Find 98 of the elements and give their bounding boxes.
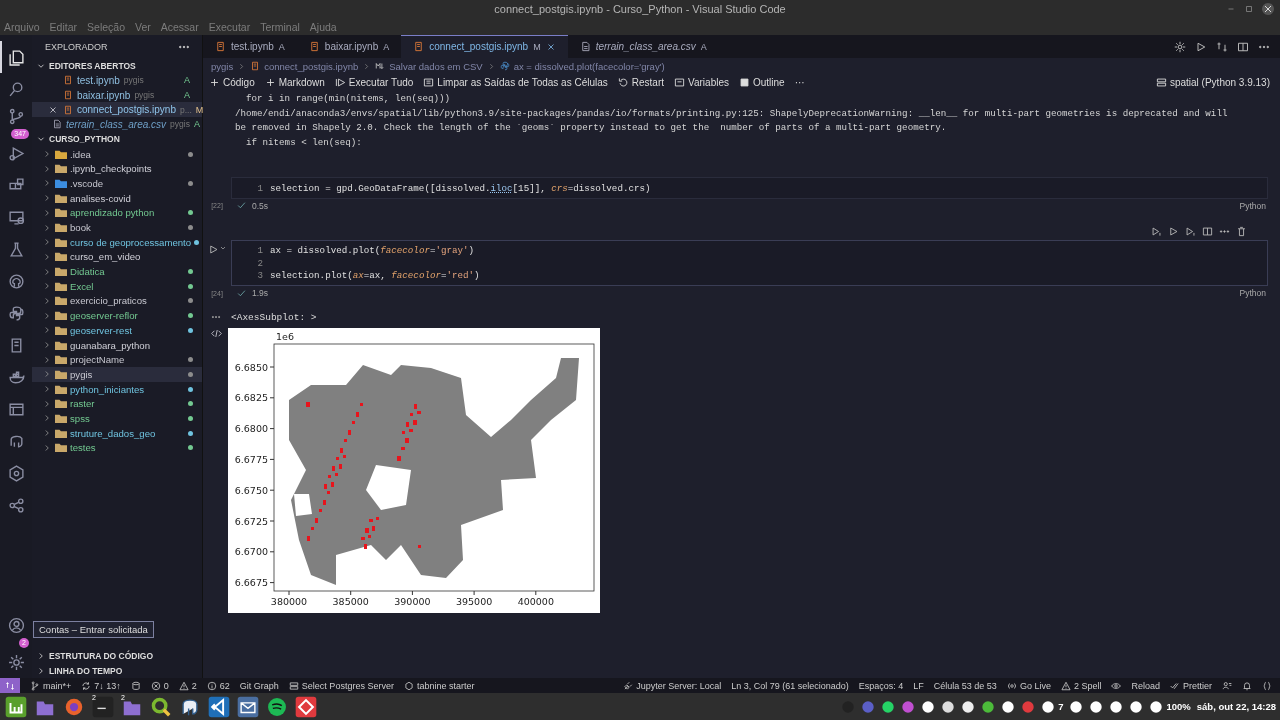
line-number: 3 bbox=[256, 270, 264, 282]
language-label[interactable]: Python bbox=[1239, 288, 1266, 298]
status-item[interactable]: main*+ bbox=[30, 680, 72, 691]
tick-label: 400000 bbox=[517, 596, 554, 607]
tick-label: 6.6725 bbox=[234, 515, 268, 527]
status-item[interactable]: Git Graph bbox=[239, 680, 279, 691]
status-item[interactable]: Go Live bbox=[1006, 680, 1051, 691]
folder-item[interactable]: guanabara_python bbox=[32, 337, 202, 353]
folder-item[interactable]: .idea bbox=[32, 146, 202, 162]
line-number: 1 bbox=[256, 245, 264, 257]
tick-label: 6.6800 bbox=[234, 423, 268, 435]
axis-offset-label: 1e6 bbox=[276, 331, 294, 342]
folder-item[interactable]: projectName bbox=[32, 352, 202, 368]
open-editor-item[interactable]: baixar.ipynb pygis A bbox=[32, 87, 202, 103]
open-editor-item[interactable]: test.ipynb pygis A bbox=[32, 73, 202, 88]
open-editor-item[interactable]: connect_postgis.ipynb p... M bbox=[32, 102, 202, 118]
tooltip: Contas – Entrar solicitada bbox=[33, 621, 154, 638]
toolbar-button[interactable]: Limpar as Saídas de Todas as Células bbox=[423, 76, 608, 88]
output-text: for i in range(min(nitems, len(seq))) bbox=[245, 92, 452, 106]
breadcrumb[interactable]: connect_postgis.ipynb bbox=[264, 60, 359, 72]
status-item[interactable]: Espaços: 4 bbox=[858, 680, 904, 691]
status-item[interactable]: Reload bbox=[1131, 680, 1160, 691]
tick-label: 6.6750 bbox=[234, 484, 268, 496]
tray-text: 7 bbox=[1058, 701, 1064, 712]
status-item[interactable]: Prettier bbox=[1170, 680, 1212, 691]
line-number: 1 bbox=[256, 182, 264, 194]
clock: sáb, out 22, 14:28 bbox=[1196, 701, 1276, 712]
folder-item[interactable]: .ipynb_checkpoints bbox=[32, 161, 202, 177]
folder-item[interactable]: raster bbox=[32, 396, 202, 412]
folder-item[interactable]: geoserver-reflor bbox=[32, 308, 202, 323]
folder-item[interactable]: python_iniciantes bbox=[32, 381, 202, 397]
execution-time: 0.5s bbox=[252, 200, 269, 211]
open-editor-item[interactable]: terrain_class_area.csv pygis A bbox=[32, 117, 202, 132]
toolbar-button[interactable]: Código bbox=[209, 76, 255, 88]
code-line: selection.plot(ax=ax, facecolor='red') bbox=[270, 270, 480, 282]
kernel-picker[interactable]: spatial (Python 3.9.13) bbox=[1155, 76, 1270, 88]
section-header[interactable]: LINHA DO TEMPO bbox=[49, 665, 123, 676]
toolbar-button[interactable]: Outline bbox=[739, 76, 785, 88]
status-item[interactable]: 62 bbox=[206, 680, 230, 691]
status-item[interactable]: Select Postgres Server bbox=[288, 680, 394, 691]
section-header[interactable]: EDITORES ABERTOS bbox=[49, 60, 136, 71]
status-item[interactable]: Jupyter Server: Local bbox=[623, 680, 722, 691]
tick-label: 395000 bbox=[455, 596, 493, 607]
line-number: 2 bbox=[256, 257, 264, 269]
code-line: ax = dissolved.plot(facecolor='gray') bbox=[270, 245, 475, 257]
status-item[interactable]: tabnine starter bbox=[403, 680, 475, 691]
tick-label: 6.6775 bbox=[234, 453, 268, 465]
status-item[interactable]: 7↓ 13↑ bbox=[81, 680, 121, 691]
code-editor[interactable]: 1 ax = dissolved.plot(facecolor='gray') 2 3 selection.plot(ax=ax, facecolor='red') bbox=[231, 239, 1268, 286]
folder-item[interactable]: exercicio_praticos bbox=[32, 293, 202, 309]
status-item[interactable]: 2 Spell bbox=[1060, 680, 1102, 691]
sidebar-title: EXPLORADOR bbox=[45, 41, 108, 52]
toolbar-button[interactable]: Restart bbox=[617, 76, 665, 88]
folder-item[interactable]: struture_dados_geo bbox=[32, 425, 202, 441]
breadcrumb[interactable]: pygis bbox=[211, 60, 234, 72]
tick-label: 6.6825 bbox=[234, 392, 268, 404]
tick-label: 380000 bbox=[270, 596, 308, 607]
toolbar-button[interactable]: Markdown bbox=[264, 76, 325, 88]
tray-text: 100% bbox=[1166, 701, 1191, 712]
toolbar-button[interactable]: Executar Tudo bbox=[334, 76, 414, 88]
editor-tab[interactable]: connect_postgis.ipynb M bbox=[401, 35, 568, 58]
folder-item[interactable]: aprendizado python bbox=[32, 205, 202, 221]
output-text: <AxesSubplot: > bbox=[231, 311, 317, 323]
language-label[interactable]: Python bbox=[1239, 200, 1266, 211]
folder-item[interactable]: .vscode bbox=[32, 176, 202, 191]
breadcrumb[interactable]: ax = dissolved.plot(facecolor='gray') bbox=[513, 60, 665, 72]
execution-time: 1.9s bbox=[252, 288, 269, 298]
code-editor[interactable]: 1 selection = gpd.GeoDataFrame([dissolved.iloc[15]], crs=dissolved.crs) bbox=[231, 177, 1268, 199]
output-text: if nitems < len(seq): bbox=[245, 135, 363, 150]
folder-item[interactable]: spss bbox=[32, 411, 202, 426]
folder-item[interactable]: Didatica bbox=[32, 264, 202, 279]
breadcrumb[interactable]: Salvar dados em CSV bbox=[389, 60, 483, 72]
folder-item[interactable]: analises-covid bbox=[32, 190, 202, 206]
output-text: /home/endi/anaconda3/envs/spatial/lib/python3.9/site-packages/pandas/io/formats/printing.py:125: ShapelyDeprecationWarning: __len__ for multi-part geometries is deprecated and will bbox=[235, 106, 1229, 121]
code-line: selection = gpd.GeoDataFrame([dissolved.iloc[15]], crs=dissolved.crs) bbox=[270, 182, 651, 194]
folder-item[interactable]: curso de geoprocessamento bbox=[32, 234, 202, 250]
section-header[interactable]: CURSO_PYTHON bbox=[49, 134, 120, 145]
folder-item[interactable]: curso_em_video bbox=[32, 249, 202, 265]
status-item[interactable]: Ln 3, Col 79 (61 selecionado) bbox=[731, 680, 849, 691]
tick-label: 385000 bbox=[332, 596, 369, 607]
section-header[interactable]: ESTRUTURA DO CÓDIGO bbox=[49, 650, 154, 661]
output-text: be removed in Shapely 2.0. Check the length of the `geoms` property instead to get the number of parts of a multi-part geometry. bbox=[235, 121, 948, 135]
toolbar-button[interactable]: Variables bbox=[674, 76, 729, 88]
more-button[interactable]: ··· bbox=[794, 76, 805, 88]
window-title: connect_postgis.ipynb - Curso_Python - Visual Studio Code bbox=[494, 3, 786, 15]
folder-item[interactable]: book bbox=[32, 220, 202, 235]
status-item[interactable]: LF bbox=[913, 680, 924, 691]
tick-label: 390000 bbox=[394, 596, 431, 607]
folder-item[interactable]: testes bbox=[32, 440, 202, 456]
tick-label: 6.6675 bbox=[234, 577, 268, 589]
folder-item[interactable]: geoserver-rest bbox=[32, 323, 202, 338]
status-item[interactable]: Célula 53 de 53 bbox=[933, 680, 997, 691]
tick-label: 6.6700 bbox=[234, 546, 268, 558]
folder-item[interactable]: Excel bbox=[32, 278, 202, 294]
status-item[interactable]: 0 bbox=[150, 680, 169, 691]
tick-label: 6.6850 bbox=[234, 361, 268, 373]
folder-item[interactable]: pygis bbox=[32, 367, 202, 382]
status-item[interactable]: 2 bbox=[178, 680, 197, 691]
